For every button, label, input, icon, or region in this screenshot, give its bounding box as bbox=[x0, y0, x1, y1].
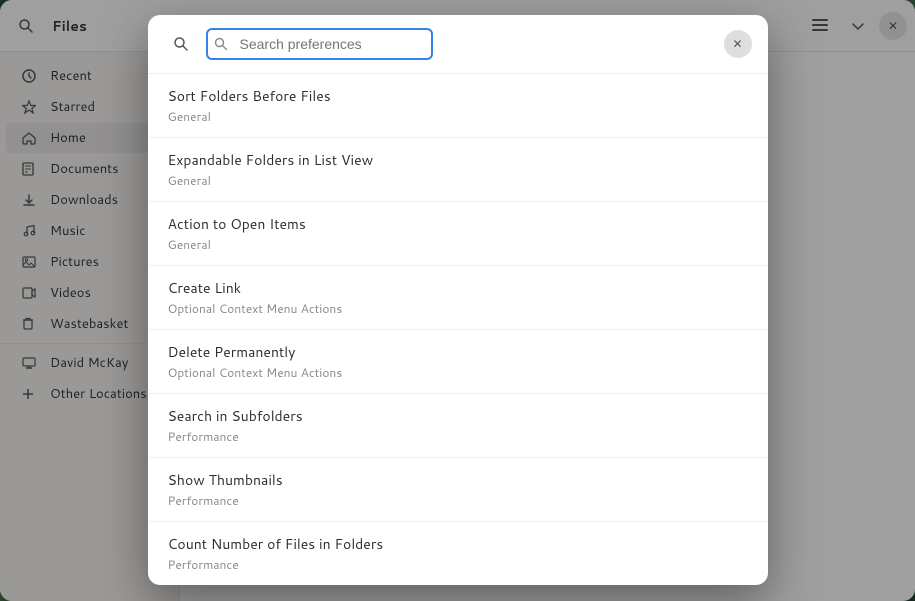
pref-title-sort-folders: Sort Folders Before Files bbox=[168, 86, 748, 106]
pref-subtitle-expandable: General bbox=[168, 172, 748, 189]
pref-item-action-open[interactable]: Action to Open Items General bbox=[148, 202, 768, 266]
dialog-header: ✕ bbox=[148, 15, 768, 74]
pref-title-action-open: Action to Open Items bbox=[168, 214, 748, 234]
dialog-search-outer-button[interactable] bbox=[164, 27, 198, 61]
pref-subtitle-show-thumbnails: Performance bbox=[168, 492, 748, 509]
dialog-overlay: ✕ Sort Folders Before Files General Expa… bbox=[0, 0, 915, 601]
pref-item-search-subfolders[interactable]: Search in Subfolders Performance bbox=[148, 394, 768, 458]
pref-subtitle-sort-folders: General bbox=[168, 108, 748, 125]
dialog-search-icon bbox=[173, 36, 189, 52]
pref-item-sort-folders[interactable]: Sort Folders Before Files General bbox=[148, 74, 768, 138]
pref-item-create-link[interactable]: Create Link Optional Context Menu Action… bbox=[148, 266, 768, 330]
preferences-dialog: ✕ Sort Folders Before Files General Expa… bbox=[148, 15, 768, 585]
pref-title-create-link: Create Link bbox=[168, 278, 748, 298]
search-preferences-input[interactable] bbox=[206, 28, 433, 60]
dialog-close-button[interactable]: ✕ bbox=[724, 30, 752, 58]
preferences-list: Sort Folders Before Files General Expand… bbox=[148, 74, 768, 585]
pref-title-show-thumbnails: Show Thumbnails bbox=[168, 470, 748, 490]
pref-subtitle-create-link: Optional Context Menu Actions bbox=[168, 300, 748, 317]
pref-title-delete-permanently: Delete Permanently bbox=[168, 342, 748, 362]
pref-subtitle-count-files: Performance bbox=[168, 556, 748, 573]
pref-title-search-subfolders: Search in Subfolders bbox=[168, 406, 748, 426]
pref-item-count-files[interactable]: Count Number of Files in Folders Perform… bbox=[148, 522, 768, 585]
dialog-close-icon: ✕ bbox=[732, 37, 742, 51]
pref-item-expandable-folders[interactable]: Expandable Folders in List View General bbox=[148, 138, 768, 202]
pref-title-count-files: Count Number of Files in Folders bbox=[168, 534, 748, 554]
pref-subtitle-search-subfolders: Performance bbox=[168, 428, 748, 445]
pref-item-delete-permanently[interactable]: Delete Permanently Optional Context Menu… bbox=[148, 330, 768, 394]
pref-item-show-thumbnails[interactable]: Show Thumbnails Performance bbox=[148, 458, 768, 522]
pref-subtitle-action-open: General bbox=[168, 236, 748, 253]
search-wrapper bbox=[206, 28, 716, 60]
pref-title-expandable: Expandable Folders in List View bbox=[168, 150, 748, 170]
pref-subtitle-delete-permanently: Optional Context Menu Actions bbox=[168, 364, 748, 381]
